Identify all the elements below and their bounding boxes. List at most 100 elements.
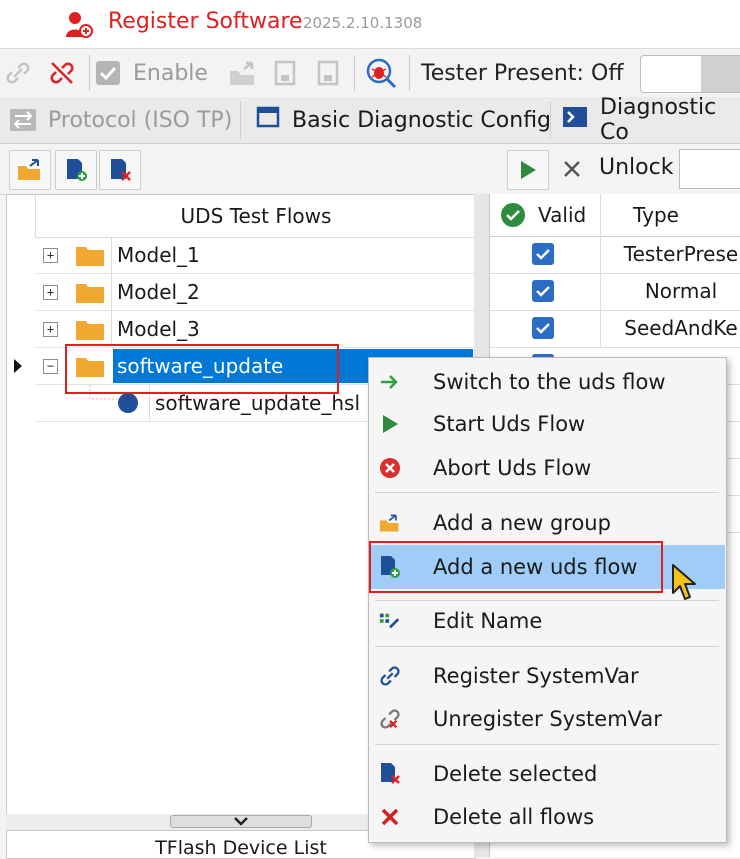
abort-icon — [379, 457, 401, 479]
stop-button[interactable] — [552, 150, 592, 188]
tree-item-label: Model_1 — [117, 243, 200, 267]
tree-item-label: Model_2 — [117, 280, 200, 304]
type-cell: TesterPrese — [600, 236, 740, 273]
tree-header: UDS Test Flows — [35, 195, 476, 238]
tree-item-model-2[interactable]: + Model_2 — [35, 274, 475, 311]
mouse-pointer-icon — [672, 564, 696, 600]
menu-item-start-uds-flow[interactable]: Start Uds Flow — [371, 404, 723, 444]
column-header-type[interactable]: Type — [600, 194, 740, 237]
folder-icon — [76, 321, 104, 340]
save-icon[interactable] — [273, 59, 299, 91]
folder-icon — [76, 358, 104, 377]
disconnect-icon[interactable] — [48, 59, 76, 91]
bug-search-icon[interactable] — [364, 57, 398, 93]
tree-item-model-1[interactable]: + Model_1 — [35, 237, 475, 274]
menu-item-unregister-systemvar[interactable]: Unregister SystemVar — [371, 699, 723, 739]
tab-diagnostic-co[interactable]: Diagnostic Co — [562, 95, 740, 145]
tester-present-toggle[interactable] — [640, 55, 740, 93]
version-label: 2025.2.10.1308 — [303, 14, 423, 32]
folder-open-icon — [18, 159, 40, 180]
export-icon[interactable] — [228, 59, 258, 91]
menu-item-label: Start Uds Flow — [433, 412, 586, 436]
menu-item-edit-name[interactable]: Edit Name — [371, 601, 723, 641]
tab-diagnostic-co-label: Diagnostic Co — [600, 95, 717, 145]
tab-basic-diagnostic-config-label: Basic Diagnostic Config — [292, 107, 552, 133]
menu-separator — [375, 646, 719, 647]
folder-icon — [76, 247, 104, 266]
column-header-valid[interactable]: Valid — [490, 194, 600, 237]
main-toolbar: Enable Tester Present: Off — [0, 48, 740, 98]
menu-item-label: Abort Uds Flow — [433, 456, 592, 480]
expand-icon[interactable]: + — [43, 322, 58, 337]
unlink-icon — [379, 708, 401, 730]
menu-item-label: Delete all flows — [433, 805, 595, 829]
menu-item-label: Delete selected — [433, 762, 598, 786]
doc-delete-icon — [111, 159, 131, 181]
expand-icon[interactable]: + — [43, 248, 58, 263]
menu-item-switch-to-uds-flow[interactable]: Switch to the uds flow — [371, 362, 723, 402]
collapse-icon[interactable]: − — [43, 359, 58, 374]
save-as-icon[interactable] — [316, 59, 342, 91]
tree-item-label: software_update_hsl — [155, 391, 361, 415]
unlock-label: Unlock — [599, 155, 674, 180]
window-icon — [256, 105, 280, 135]
menu-item-label: Add a new group — [433, 511, 611, 535]
window-title: Register Software — [108, 9, 303, 34]
doc-add-icon — [67, 159, 87, 181]
register-user-icon — [64, 10, 94, 40]
menu-item-delete-all-flows[interactable]: Delete all flows — [371, 797, 723, 837]
menu-item-register-systemvar[interactable]: Register SystemVar — [371, 656, 723, 696]
splitter-handle[interactable] — [170, 815, 312, 828]
type-cell: Normal — [600, 273, 740, 310]
menu-item-delete-selected[interactable]: Delete selected — [371, 754, 723, 794]
column-header-label: Type — [633, 203, 679, 227]
x-icon — [379, 806, 401, 828]
doc-delete-icon — [379, 763, 401, 785]
edit-icon — [379, 610, 401, 632]
flow-node-icon — [118, 393, 138, 413]
menu-separator — [375, 744, 719, 745]
table-row[interactable]: TesterPrese — [490, 236, 740, 274]
connect-icon[interactable] — [4, 59, 32, 91]
add-group-button[interactable] — [9, 150, 51, 190]
menu-item-label: Switch to the uds flow — [433, 370, 666, 394]
chevron-down-icon — [234, 817, 248, 826]
play-icon — [379, 413, 401, 435]
delete-flow-button[interactable] — [99, 150, 141, 190]
link-icon — [379, 665, 401, 687]
enable-label[interactable]: Enable — [133, 61, 208, 86]
flow-toolbar: Unlock — [0, 144, 740, 195]
valid-checkbox[interactable] — [532, 280, 554, 302]
tree-item-label: software_update — [117, 354, 284, 378]
tree-item-model-3[interactable]: + Model_3 — [35, 311, 475, 348]
tab-protocol-label: Protocol (ISO TP) — [48, 107, 233, 133]
tester-present-value: Off — [591, 61, 624, 86]
start-button[interactable] — [507, 150, 549, 190]
enable-checkbox-icon[interactable] — [96, 61, 120, 85]
doc-add-icon — [379, 556, 401, 578]
menu-item-abort-uds-flow[interactable]: Abort Uds Flow — [371, 448, 723, 488]
current-row-indicator-icon — [14, 359, 22, 373]
title-bar: Register Software 2025.2.10.1308 — [0, 0, 740, 48]
tree-item-label: Model_3 — [117, 317, 200, 341]
table-row[interactable]: Normal — [490, 273, 740, 311]
menu-item-label: Add a new uds flow — [433, 555, 638, 579]
column-header-label: Valid — [538, 203, 587, 227]
toggle-knob — [701, 56, 740, 92]
arrow-right-icon — [379, 371, 401, 393]
valid-checkbox[interactable] — [532, 243, 554, 265]
menu-item-add-new-group[interactable]: Add a new group — [371, 503, 723, 543]
table-row[interactable]: SeedAndKe — [490, 310, 740, 348]
console-icon — [562, 106, 588, 134]
menu-item-label: Register SystemVar — [433, 664, 639, 688]
tab-protocol[interactable]: Protocol (ISO TP) — [10, 97, 232, 143]
add-flow-button[interactable] — [55, 150, 97, 190]
play-icon — [521, 161, 536, 179]
swap-icon — [10, 109, 36, 131]
expand-icon[interactable]: + — [43, 285, 58, 300]
tab-basic-diagnostic-config[interactable]: Basic Diagnostic Config — [256, 97, 551, 143]
close-icon — [564, 161, 580, 177]
unlock-input[interactable] — [679, 149, 740, 189]
valid-checkbox[interactable] — [532, 317, 554, 339]
folder-icon — [76, 284, 104, 303]
